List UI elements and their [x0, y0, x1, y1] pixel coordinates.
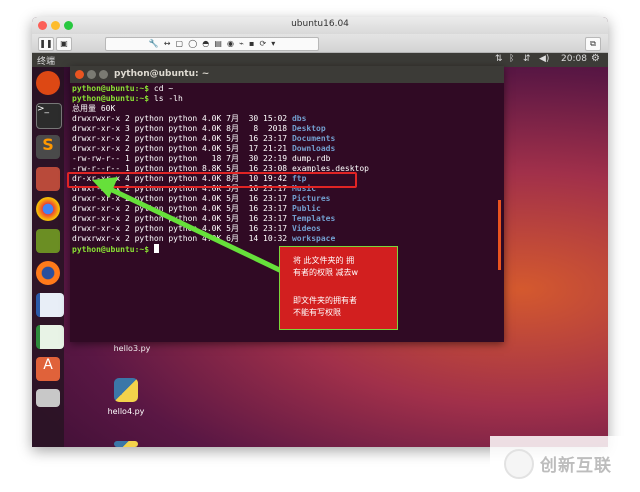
- annotation-line: 将 此文件夹的 拥: [293, 256, 355, 265]
- brand-logo-icon: [504, 449, 534, 479]
- watermark-text: 创新互联: [540, 456, 612, 476]
- annotation-line: 有者的权限 减去w: [293, 268, 359, 277]
- annotation-line: 不能有写权限: [293, 308, 341, 317]
- annotation-line: 即文件夹的拥有者: [293, 296, 357, 305]
- annotation-box: 将 此文件夹的 拥 有者的权限 减去w 即文件夹的拥有者 不能有写权限: [279, 246, 398, 330]
- watermark: 创新互联: [490, 436, 640, 492]
